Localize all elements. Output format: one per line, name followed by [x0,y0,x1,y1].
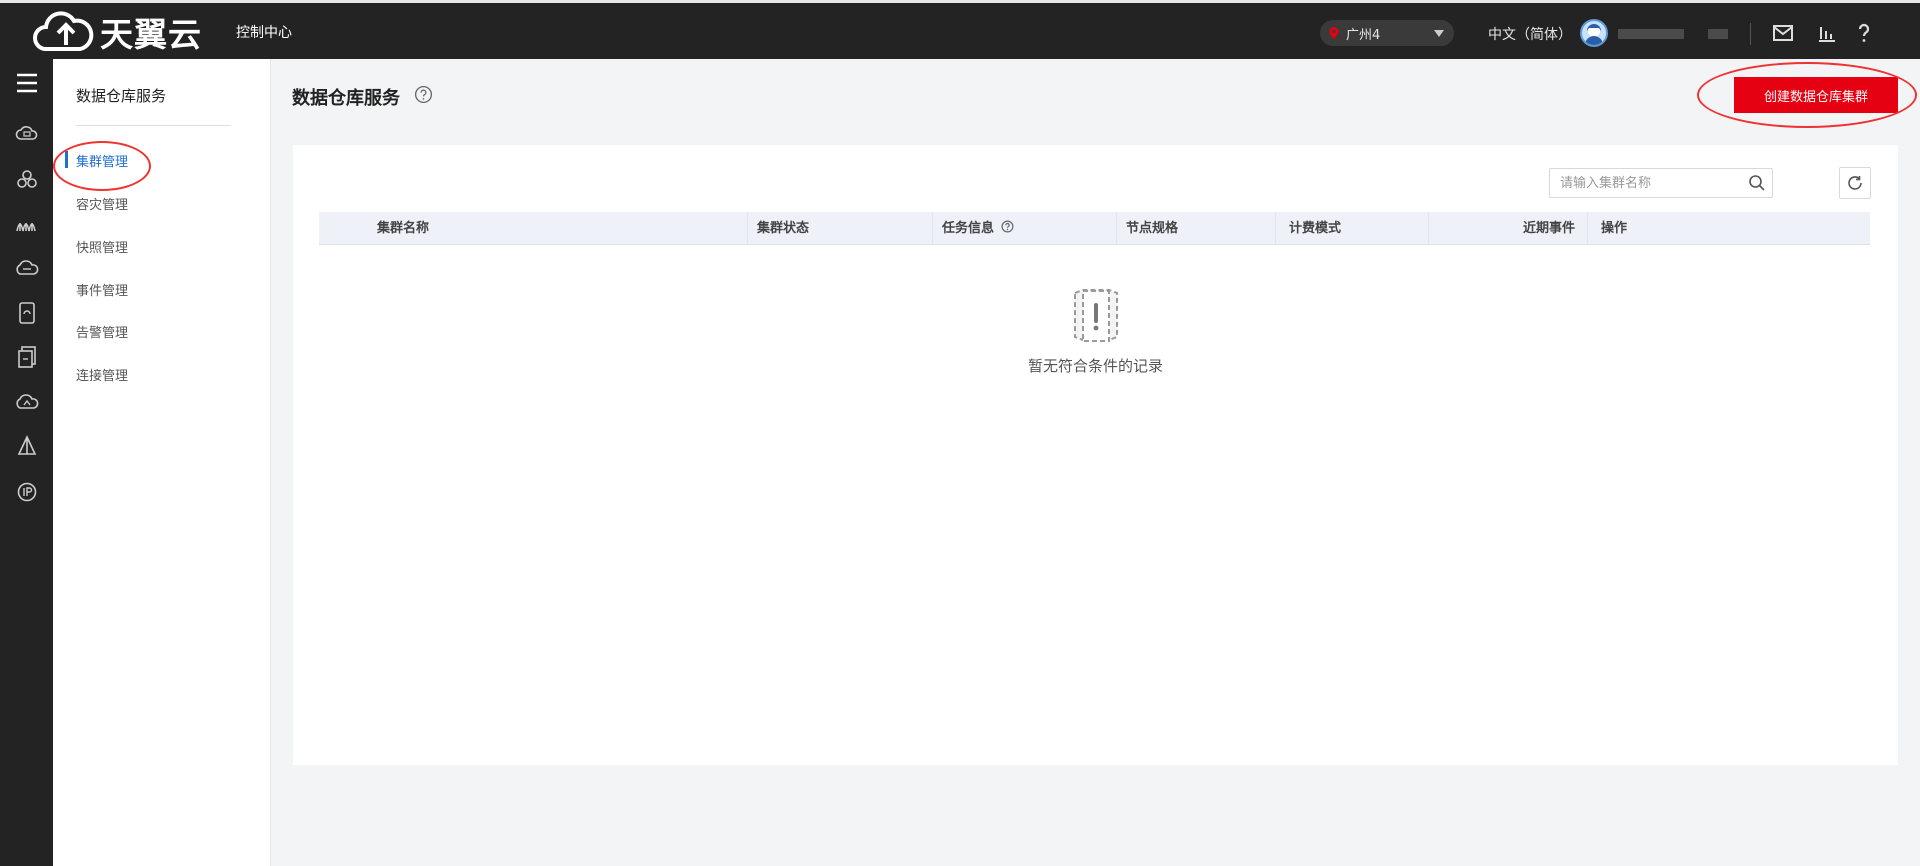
menu-toggle[interactable] [0,63,53,103]
no-records-icon [1073,289,1118,342]
bridge-icon [15,223,36,232]
cloud-computer-icon [15,126,37,140]
cloud-storage-icon [15,260,38,275]
language-switch[interactable]: 中文（简体） [1488,24,1572,44]
search-input[interactable] [1560,174,1740,192]
region-label: 广州4 [1346,27,1381,43]
bar-chart-icon[interactable] [1815,21,1839,45]
column-divider [932,212,933,245]
cloud-logo-icon [33,11,94,51]
search-icon[interactable] [1748,174,1766,192]
divider [1750,23,1751,45]
brand-name: 天翼云 [100,15,202,54]
column-task-info-label: 任务信息 [942,221,995,236]
console-link[interactable]: 控制中心 [236,22,292,42]
column-task-info[interactable]: 任务信息 [942,212,1014,245]
hamburger-icon [16,73,37,93]
chevron-down-icon [1434,30,1444,37]
sidebar-item-connections[interactable]: 连接管理 [76,365,128,384]
username-masked[interactable] [1618,29,1728,39]
column-billing-mode[interactable]: 计费模式 [1289,212,1341,245]
top-bar: 天翼云 控制中心 广州4 中文（简体） [0,0,1920,59]
column-actions: 操作 [1601,221,1628,236]
user-avatar[interactable] [1580,19,1608,47]
sidebar-item-events[interactable]: 事件管理 [76,280,128,299]
page-title: 数据仓库服务 [292,88,400,109]
cluster-panel: 集群名称 集群状态 任务信息 节点规格 计费模式 近期事件 操作 暂无符合条件的… [293,145,1898,765]
empty-state: 暂无符合条件的记录 [293,285,1898,376]
user-avatar-icon [1585,24,1603,45]
mail-icon[interactable] [1771,21,1795,45]
sidebar-item-alarms[interactable]: 告警管理 [76,322,128,341]
network-nodes-icon [16,170,37,188]
rail-item-3[interactable] [0,204,53,244]
rail-item-9[interactable] [0,472,53,512]
location-pin-icon [1329,27,1339,39]
document-icon [17,346,36,368]
column-recent-events[interactable]: 近期事件 [1523,212,1575,245]
rail-item-4[interactable] [0,248,53,288]
refresh-icon [1848,176,1862,190]
rail-item-6[interactable] [0,337,53,377]
rail-item-8[interactable] [0,427,53,467]
column-divider [1587,212,1588,245]
ip-icon [17,482,36,502]
rail-item-2[interactable] [0,159,53,199]
sidebar-item-disaster-recovery[interactable]: 容灾管理 [76,194,128,213]
column-cluster-status[interactable]: 集群状态 [757,212,809,245]
column-cluster-name[interactable]: 集群名称 [377,212,429,245]
annotation-circle-sidebar [53,141,151,191]
cloud-monitor-icon [15,394,38,409]
column-divider [1275,212,1276,245]
rail-item-5[interactable] [0,293,53,333]
help-circle-icon[interactable] [414,85,433,104]
empty-message: 暂无符合条件的记录 [1027,357,1163,375]
column-divider [747,212,748,245]
annotation-circle-create [1697,62,1917,128]
refresh-button[interactable] [1839,167,1871,199]
sidebar-title: 数据仓库服务 [76,87,167,105]
brand-logo[interactable]: 天翼云 [32,9,202,55]
column-node-spec[interactable]: 节点规格 [1126,212,1178,245]
help-circle-icon[interactable] [1001,220,1014,233]
table-header: 集群名称 集群状态 任务信息 节点规格 计费模式 近期事件 操作 [319,212,1870,245]
search-box [1549,168,1773,198]
rail-item-1[interactable] [0,114,53,154]
database-icon [18,302,35,324]
divider [76,125,231,126]
sailing-icon [17,435,36,455]
rail-item-7[interactable] [0,382,53,422]
sidebar-item-snapshot[interactable]: 快照管理 [76,237,128,256]
region-selector[interactable]: 广州4 [1320,20,1454,46]
column-divider [1428,212,1429,245]
icon-rail [0,59,53,866]
help-question-icon[interactable] [1852,21,1876,45]
column-divider [1116,212,1117,245]
